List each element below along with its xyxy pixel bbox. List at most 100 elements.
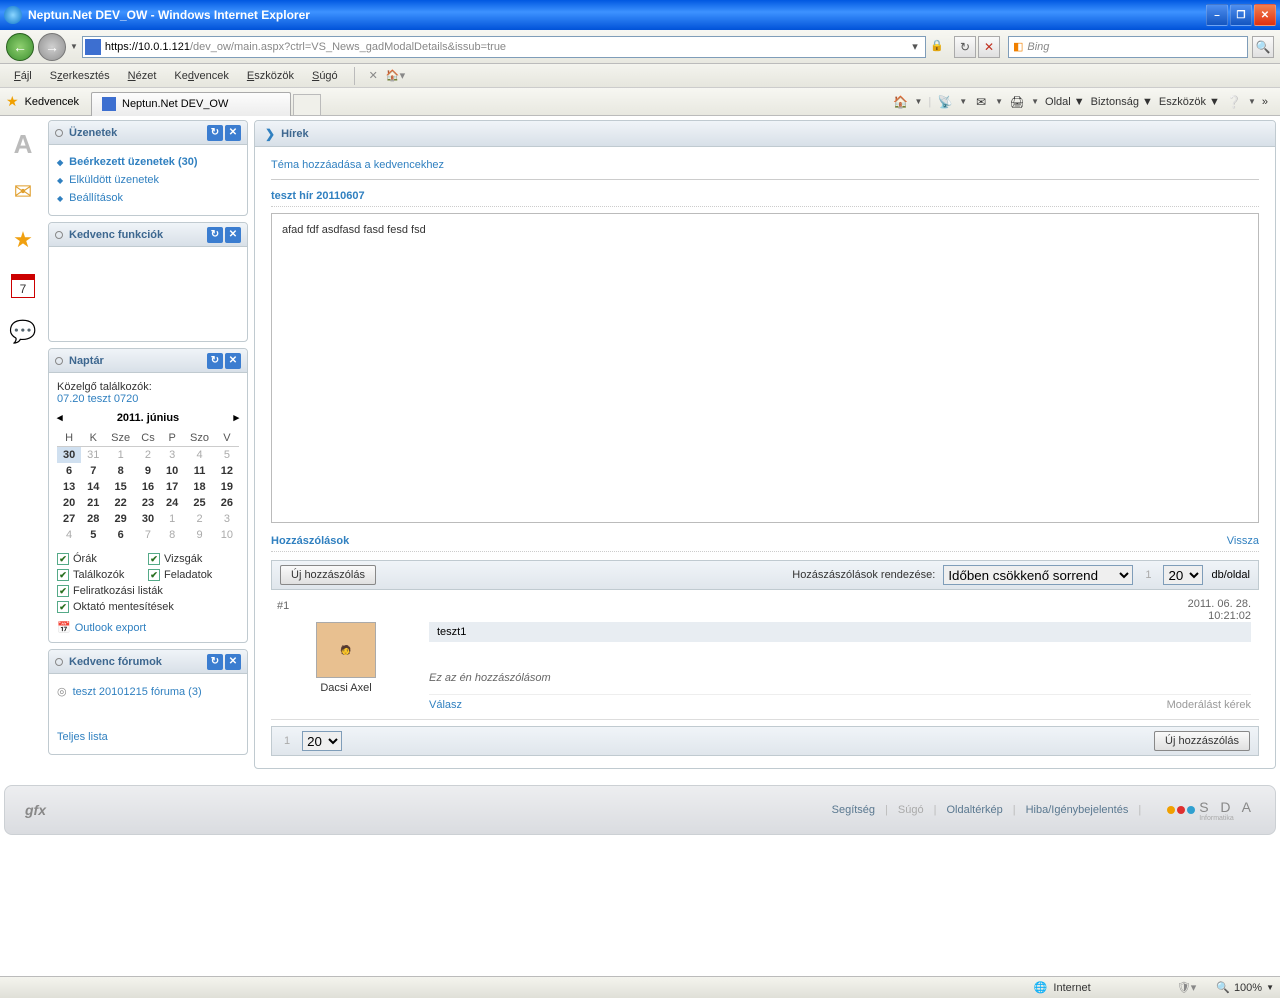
comment-row: #1 🧑 Dacsi Axel 2011. 06. 28. 10:21:02 t…: [271, 594, 1259, 720]
refresh-button[interactable]: ↻: [954, 36, 976, 58]
minimize-button[interactable]: –: [1206, 4, 1228, 26]
maximize-button[interactable]: ❐: [1230, 4, 1252, 26]
close-tab-icon[interactable]: ✕: [363, 69, 384, 82]
address-bar[interactable]: https://10.0.1.121/dev_ow/main.aspx?ctrl…: [82, 36, 926, 58]
security-zone: Internet: [1053, 982, 1090, 994]
bullet-icon: [55, 357, 63, 365]
widget-refresh-icon[interactable]: ↻: [207, 125, 223, 141]
menu-help[interactable]: Súgó: [304, 68, 346, 84]
rail-letter-icon[interactable]: A: [9, 130, 37, 158]
menu-view[interactable]: Nézet: [120, 68, 165, 84]
inbox-link[interactable]: ◆Beérkezett üzenetek (30): [57, 153, 239, 171]
add-to-favorites-link[interactable]: Téma hozzáadása a kedvencekhez: [271, 159, 1259, 180]
zoom-dropdown-icon[interactable]: ▼: [1266, 983, 1274, 992]
footer-bugreport[interactable]: Hiba/Igénybejelentés: [1026, 804, 1129, 816]
rail-mail-icon[interactable]: ✉: [9, 178, 37, 206]
back-button[interactable]: ←: [6, 33, 34, 61]
check-signup[interactable]: ✔Feliratkozási listák: [57, 583, 239, 599]
page-icon: [85, 39, 101, 55]
search-box[interactable]: ◧ Bing: [1008, 36, 1248, 58]
calendar-grid[interactable]: HKSzeCsPSzoV 303112345 6789101112 131415…: [57, 430, 239, 543]
favorites-label[interactable]: Kedvencek: [25, 96, 79, 108]
prev-month-button[interactable]: ◂: [57, 411, 63, 424]
per-page-select[interactable]: 20: [1163, 565, 1203, 585]
comment-toolbar-top: Új hozzászólás Hozászászólások rendezése…: [271, 560, 1259, 590]
address-dropdown-icon[interactable]: ▾: [907, 40, 923, 53]
mail-icon[interactable]: ✉: [973, 94, 989, 110]
new-comment-button-bottom[interactable]: Új hozzászólás: [1154, 731, 1250, 751]
footer: gfx Segítség| Súgó| Oldaltérkép| Hiba/Ig…: [4, 785, 1276, 835]
search-button[interactable]: 🔍: [1252, 36, 1274, 58]
new-comment-button[interactable]: Új hozzászólás: [280, 565, 376, 585]
cmd-page[interactable]: Oldal ▼: [1045, 96, 1085, 108]
sort-select[interactable]: Időben csökkenő sorrend: [943, 565, 1133, 585]
window-titlebar: Neptun.Net DEV_OW - Windows Internet Exp…: [0, 0, 1280, 30]
footer-sitemap[interactable]: Oldaltérkép: [946, 804, 1002, 816]
tab-favicon: [102, 97, 116, 111]
widget-close-icon[interactable]: ✕: [225, 353, 241, 369]
widget-close-icon[interactable]: ✕: [225, 227, 241, 243]
news-body: afad fdf asdfasd fasd fesd fsd: [271, 213, 1259, 523]
sda-logo: S D AInformatika: [1167, 799, 1255, 822]
stop-button[interactable]: ✕: [978, 36, 1000, 58]
zoom-icon[interactable]: 🔍: [1216, 981, 1230, 994]
reply-link[interactable]: Válasz: [429, 699, 462, 711]
menu-edit[interactable]: Szerkesztés: [42, 68, 118, 84]
menu-favorites[interactable]: Kedvencek: [166, 68, 236, 84]
check-tasks[interactable]: ✔Feladatok: [148, 567, 239, 583]
cmd-tools[interactable]: Eszközök ▼: [1159, 96, 1220, 108]
comment-author: Dacsi Axel: [277, 682, 415, 694]
menu-file[interactable]: Fájl: [6, 68, 40, 84]
upcoming-item[interactable]: 07.20 teszt 0720: [57, 393, 239, 405]
print-icon[interactable]: 🖨: [1009, 94, 1025, 110]
rail-calendar-icon[interactable]: 7: [11, 274, 35, 298]
page-indicator: 1: [1145, 569, 1151, 581]
comments-heading: Hozzászólások: [271, 535, 349, 547]
sent-link[interactable]: ◆Elküldött üzenetek: [57, 171, 239, 189]
protected-mode-icon[interactable]: 🛡▾: [1177, 981, 1197, 994]
outlook-export-link[interactable]: 📅 Outlook export: [57, 621, 239, 634]
tab-title: Neptun.Net DEV_OW: [122, 98, 228, 110]
next-month-button[interactable]: ▸: [233, 411, 239, 424]
moderate-link[interactable]: Moderálást kérek: [1167, 699, 1251, 711]
rail-chat-icon[interactable]: 💬: [9, 318, 37, 346]
check-exemptions[interactable]: ✔Oktató mentesítések: [57, 599, 239, 615]
widget-close-icon[interactable]: ✕: [225, 125, 241, 141]
help-icon[interactable]: ❔: [1226, 94, 1242, 110]
close-button[interactable]: ✕: [1254, 4, 1276, 26]
overflow-icon[interactable]: »: [1262, 96, 1268, 108]
browser-tab[interactable]: Neptun.Net DEV_OW: [91, 92, 291, 116]
widget-close-icon[interactable]: ✕: [225, 654, 241, 670]
history-dropdown-icon[interactable]: ▼: [70, 42, 78, 51]
per-page-select-bottom[interactable]: 20: [302, 731, 342, 751]
gfx-logo: gfx: [25, 802, 46, 818]
menu-tools[interactable]: Eszközök: [239, 68, 302, 84]
new-tab-button[interactable]: [293, 94, 321, 116]
feeds-icon[interactable]: 📡: [937, 94, 953, 110]
home-icon[interactable]: 🏠: [892, 94, 908, 110]
search-placeholder: Bing: [1027, 41, 1243, 53]
settings-link[interactable]: ◆Beállítások: [57, 189, 239, 207]
cmd-safety[interactable]: Biztonság ▼: [1091, 96, 1153, 108]
rail-star-icon[interactable]: ★: [9, 226, 37, 254]
check-classes[interactable]: ✔Órák: [57, 551, 148, 567]
widget-refresh-icon[interactable]: ↻: [207, 654, 223, 670]
forum-item[interactable]: ◎ teszt 20101215 fóruma (3): [57, 682, 239, 701]
check-meetings[interactable]: ✔Találkozók: [57, 567, 148, 583]
footer-manual[interactable]: Súgó: [898, 804, 924, 816]
bullet-icon: [55, 129, 63, 137]
favorites-star-icon[interactable]: ★: [6, 93, 19, 110]
window-title: Neptun.Net DEV_OW - Windows Internet Exp…: [28, 8, 1206, 22]
menubar: Fájl Szerkesztés Nézet Kedvencek Eszközö…: [0, 64, 1280, 88]
widget-refresh-icon[interactable]: ↻: [207, 227, 223, 243]
full-list-link[interactable]: Teljes lista: [57, 731, 108, 743]
comment-time: 10:21:02: [1208, 610, 1251, 622]
check-exams[interactable]: ✔Vizsgák: [148, 551, 239, 567]
zoom-value: 100%: [1234, 982, 1262, 994]
bullet-icon: [55, 231, 63, 239]
back-link[interactable]: Vissza: [1227, 535, 1259, 547]
widget-refresh-icon[interactable]: ↻: [207, 353, 223, 369]
home-split-icon[interactable]: 🏠▾: [386, 69, 405, 82]
footer-help[interactable]: Segítség: [832, 804, 875, 816]
forward-button[interactable]: →: [38, 33, 66, 61]
